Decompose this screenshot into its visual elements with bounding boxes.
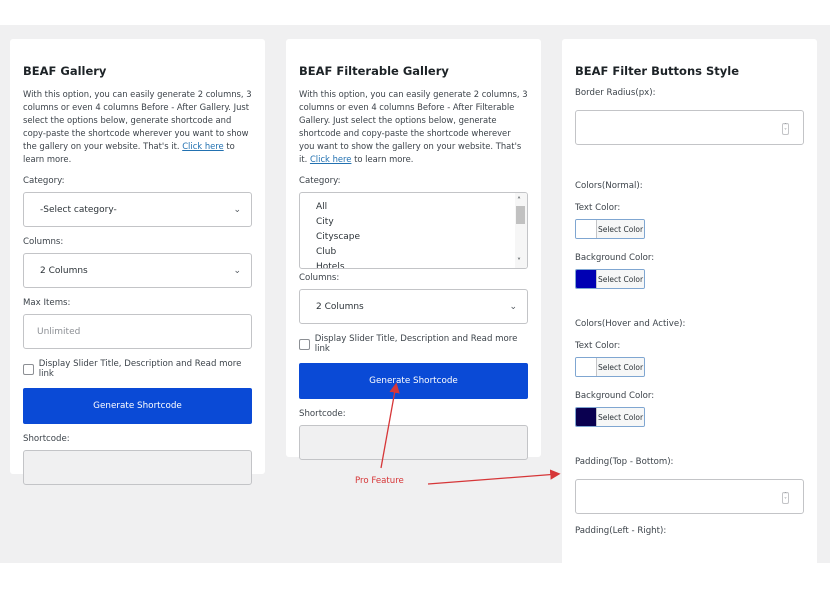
annotation-arrows (380, 382, 561, 485)
arrow-to-generate-button (380, 382, 400, 469)
page-background: BEAF Gallery With this option, you can e… (0, 25, 830, 563)
arrow-to-style-card (427, 469, 561, 485)
pro-feature-annotation: Pro Feature (355, 476, 404, 486)
